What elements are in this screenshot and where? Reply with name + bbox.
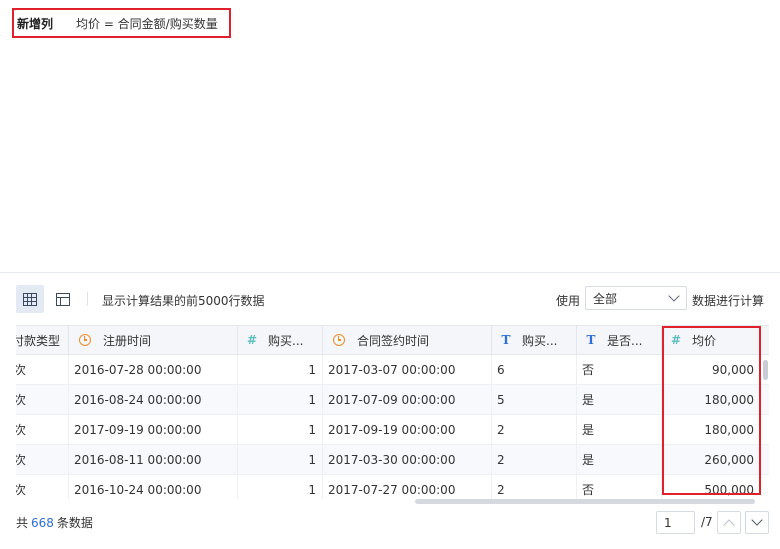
page: 新增列 均价 = 合同金额/购买数量 显示计算结果的前5000行数据 使用 全部… [0,0,780,549]
page-number-input[interactable]: 1 [656,511,695,534]
table-cell: 是 [577,415,662,444]
row-count-prefix: 共 [16,516,29,530]
table-cell: 是 [577,385,662,414]
table-cell: 次 [16,475,69,499]
table-cell: 次 [16,385,69,414]
table-cell: 次 [16,355,69,384]
table-cell: 2017-09-19 00:00:00 [323,415,492,444]
table-cell: 否 [577,355,662,384]
table-cell: 是 [577,445,662,474]
preview-info-text: 显示计算结果的前5000行数据 [102,294,265,308]
table-row: 次 2017-09-19 00:00:00 1 2017-09-19 00:00… [16,415,769,445]
table-cell: 2 [492,415,577,444]
column-header-label: 是否... [607,333,643,348]
table-cell: 2017-09-19 00:00:00 [69,415,238,444]
table-row: 次 2016-07-28 00:00:00 1 2017-03-07 00:00… [16,355,769,385]
formula-box[interactable]: 新增列 均价 = 合同金额/购买数量 [12,8,231,38]
table-row: 次 2016-10-24 00:00:00 1 2017-07-27 00:00… [16,475,769,499]
column-header-purchase-qty[interactable]: # 购买... [238,326,323,354]
table-cell: 次 [16,445,69,474]
clock-icon [79,334,91,346]
table-cell: 1 [238,385,323,414]
table-cell: 次 [16,415,69,444]
table-cell: 1 [238,415,323,444]
layout-icon [56,292,70,306]
column-header-avg-price[interactable]: # 均价 [662,326,769,354]
hash-icon: # [670,333,682,347]
data-scope-select[interactable]: 全部 [585,286,687,310]
table-cell: 1 [238,355,323,384]
table-header: 付款类型 注册时间 # 购买... 合同签约时间 T 购买... T 是否... [16,325,769,355]
row-count-value: 668 [31,516,54,530]
table-cell: 否 [577,475,662,499]
table-view-button[interactable] [16,285,44,313]
chevron-down-icon [668,290,680,302]
layout-view-button[interactable] [49,285,77,313]
table-cell: 1 [238,445,323,474]
column-header-label: 均价 [692,333,717,348]
table-row: 次 2016-08-11 00:00:00 1 2017-03-30 00:00… [16,445,769,475]
table-cell: 180,000 [704,422,754,437]
table-cell: 2017-07-27 00:00:00 [323,475,492,499]
column-header-payment-type[interactable]: 付款类型 [16,326,69,354]
page-total: /7 [701,515,713,529]
table-cell: 2016-08-11 00:00:00 [69,445,238,474]
table-cell: 6 [492,355,577,384]
formula-name: 新增列 [17,16,54,31]
table-cell: 260,000 [704,452,754,467]
table-cell: 2017-07-09 00:00:00 [323,385,492,414]
column-header-label: 合同签约时间 [357,333,430,348]
chevron-down-icon [751,514,763,526]
table-cell: 2017-03-30 00:00:00 [323,445,492,474]
row-count-suffix: 条数据 [56,516,93,530]
page-number-value: 1 [664,515,672,530]
column-header-whether[interactable]: T 是否... [577,326,662,354]
prev-page-button[interactable] [717,511,741,534]
table-cell: 2 [492,475,577,499]
table-cell: 2 [492,445,577,474]
use-label: 使用 [556,294,581,308]
column-header-purchase-2[interactable]: T 购买... [492,326,577,354]
chevron-up-icon [723,519,735,531]
column-header-label: 购买... [522,333,558,348]
preview-toolbar: 显示计算结果的前5000行数据 使用 全部 数据进行计算 [0,285,780,313]
column-header-label: 购买... [268,333,304,348]
formula-expression[interactable]: 均价 = 合同金额/购买数量 [76,15,218,32]
next-page-button[interactable] [745,511,769,534]
table-cell: 2016-07-28 00:00:00 [69,355,238,384]
column-header-register-time[interactable]: 注册时间 [69,326,238,354]
table-cell: 2016-10-24 00:00:00 [69,475,238,499]
column-header-label: 注册时间 [103,333,152,348]
table-cell: 90,000 [712,362,754,377]
column-header-contract-time[interactable]: 合同签约时间 [323,326,492,354]
text-type-icon: T [501,333,511,347]
table-cell: 2017-03-07 00:00:00 [323,355,492,384]
table-grid-icon [23,292,37,306]
hash-icon: # [246,333,258,347]
column-header-label: 付款类型 [16,333,61,348]
text-type-icon: T [586,333,596,347]
preview-table: 付款类型 注册时间 # 购买... 合同签约时间 T 购买... T 是否... [16,325,769,499]
row-count: 共 668 条数据 [16,514,93,531]
use-suffix-label: 数据进行计算 [692,294,765,308]
table-cell: 180,000 [704,392,754,407]
horizontal-scrollbar[interactable] [415,499,755,504]
clock-icon [333,334,345,346]
table-cell: 2016-08-24 00:00:00 [69,385,238,414]
divider [0,272,780,273]
table-cell: 1 [238,475,323,499]
table-row: 次 2016-08-24 00:00:00 1 2017-07-09 00:00… [16,385,769,415]
toolbar-separator [87,292,88,306]
table-cell: 500,000 [704,482,754,497]
table-cell: 5 [492,385,577,414]
vertical-scrollbar[interactable] [763,360,768,380]
data-scope-value: 全部 [593,291,618,306]
